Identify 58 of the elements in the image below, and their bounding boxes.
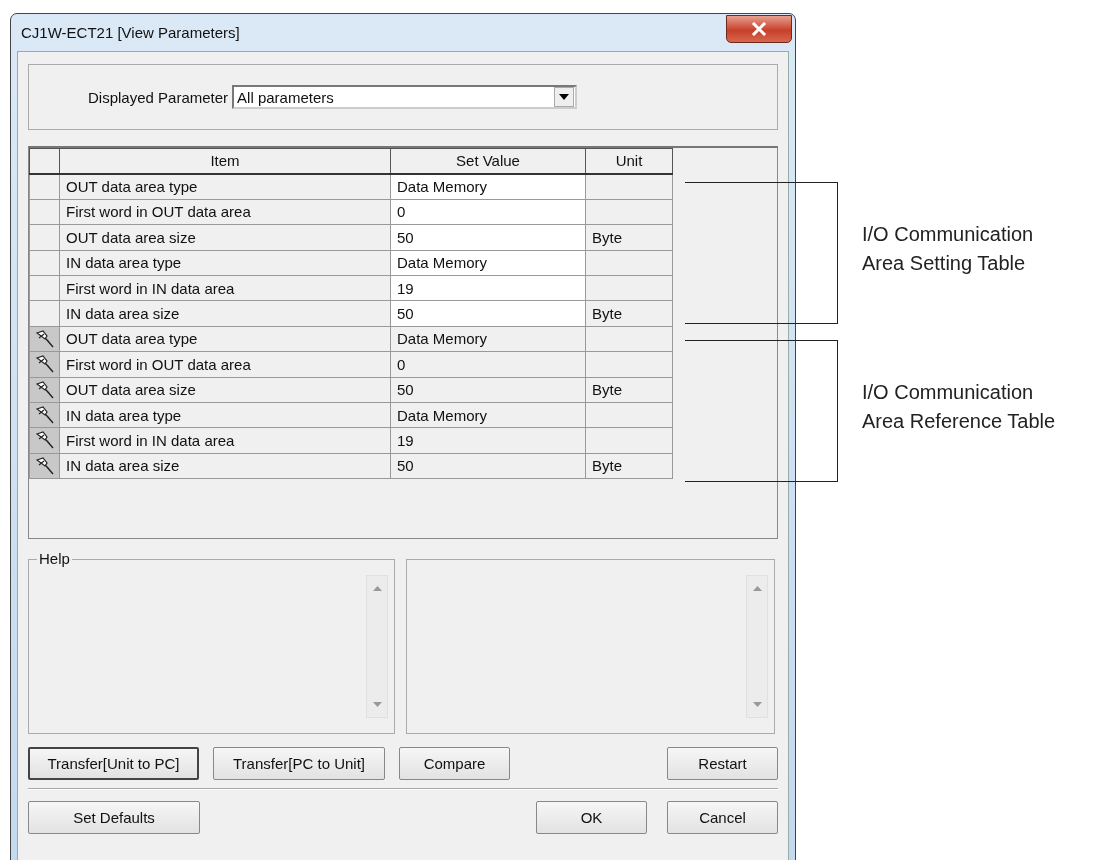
group-label: Help xyxy=(37,550,72,567)
value-cell[interactable]: 0 xyxy=(390,199,586,225)
scrollbar[interactable] xyxy=(366,575,388,718)
table-cell: Byte xyxy=(585,377,673,403)
value-cell: Data Memory xyxy=(390,326,586,352)
table-cell: First word in OUT data area xyxy=(59,351,391,377)
row-header xyxy=(29,173,60,200)
value-cell[interactable]: 19 xyxy=(390,275,586,301)
scroll-down-icon[interactable] xyxy=(372,702,382,707)
dialog-button[interactable]: OK xyxy=(536,801,647,834)
table-cell: First word in IN data area xyxy=(59,427,391,454)
value-cell[interactable]: Data Memory xyxy=(390,250,586,276)
value-cell[interactable]: 50 xyxy=(390,224,586,251)
close-icon xyxy=(751,21,767,36)
row-header xyxy=(29,224,60,251)
dialog-button[interactable]: Set Defaults xyxy=(28,801,200,834)
value-cell: 50 xyxy=(390,377,586,403)
callout-label: I/O Communication Area Setting Table xyxy=(862,222,1034,276)
action-button[interactable]: Restart xyxy=(667,747,778,780)
value-cell: Data Memory xyxy=(390,402,586,428)
table-cell: OUT data area size xyxy=(59,224,391,251)
table-cell: First word in OUT data area xyxy=(59,199,391,225)
row-header xyxy=(29,275,60,301)
value-cell: 0 xyxy=(390,351,586,377)
scroll-up-icon[interactable] xyxy=(752,586,762,591)
scroll-up-icon[interactable] xyxy=(372,586,382,591)
table-cell: OUT data area type xyxy=(59,326,391,352)
callout-label: I/O Communication Area Reference Table xyxy=(862,380,1056,434)
table-cell: Byte xyxy=(585,300,673,327)
column-header: Item xyxy=(59,148,391,174)
action-button[interactable]: Compare xyxy=(399,747,510,780)
table-cell: First word in IN data area xyxy=(59,275,391,301)
action-button[interactable]: Transfer[PC to Unit] xyxy=(213,747,385,780)
table-cell: IN data area size xyxy=(59,453,391,479)
column-header: Unit xyxy=(585,148,673,174)
scrollbar[interactable] xyxy=(746,575,768,718)
close-button[interactable] xyxy=(726,14,792,43)
value-cell: 50 xyxy=(390,453,586,479)
value-cell[interactable]: Data Memory xyxy=(390,173,586,200)
table-cell: OUT data area type xyxy=(59,173,391,200)
table-cell: Byte xyxy=(585,453,673,479)
column-header: Set Value xyxy=(390,148,586,174)
value-cell[interactable]: 50 xyxy=(390,300,586,327)
window-title: CJ1W-ECT21 [View Parameters] xyxy=(21,24,240,41)
table-cell: IN data area type xyxy=(59,250,391,276)
dropdown-caret-icon xyxy=(554,87,575,107)
field-label: Displayed Parameter xyxy=(88,88,229,106)
table-cell: Byte xyxy=(585,224,673,251)
row-header xyxy=(29,199,60,225)
scroll-down-icon[interactable] xyxy=(752,702,762,707)
dialog-button[interactable]: Cancel xyxy=(667,801,778,834)
value-cell: 19 xyxy=(390,427,586,454)
table-cell: OUT data area size xyxy=(59,377,391,403)
row-header xyxy=(29,250,60,276)
parameter-dropdown[interactable]: All parameters xyxy=(232,85,578,109)
table-cell: IN data area type xyxy=(59,402,391,428)
table-cell: IN data area size xyxy=(59,300,391,327)
action-button[interactable]: Transfer[Unit to PC] xyxy=(28,747,199,780)
